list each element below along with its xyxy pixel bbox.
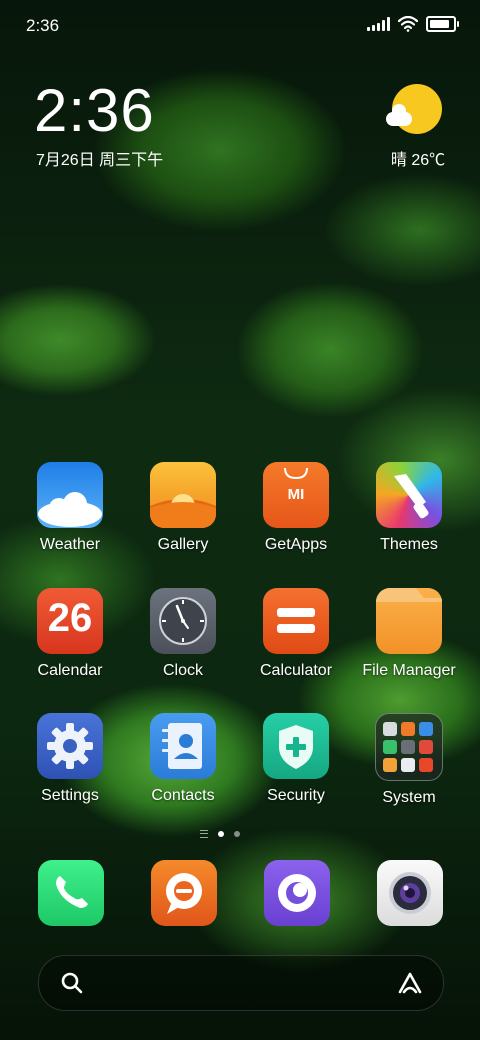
app-label: Weather bbox=[39, 536, 101, 553]
calculator-icon bbox=[263, 588, 329, 654]
home-screen: 2:36 2:36 7月26日 周三下午 晴 26℃ Weather Galle… bbox=[0, 0, 480, 1040]
app-themes[interactable]: Themes bbox=[353, 462, 465, 572]
app-label: Security bbox=[267, 787, 325, 804]
folder-grid-icon bbox=[375, 713, 443, 781]
gear-icon bbox=[37, 713, 103, 779]
app-label: Calendar bbox=[37, 662, 103, 679]
app-label: File Manager bbox=[362, 662, 456, 679]
app-contacts[interactable]: Contacts bbox=[127, 713, 239, 823]
search-icon[interactable] bbox=[61, 972, 83, 994]
getapps-badge: MI bbox=[287, 486, 305, 503]
weather-widget-text: 晴 26℃ bbox=[390, 152, 446, 169]
folder-icon bbox=[376, 588, 442, 654]
weather-icon bbox=[37, 462, 103, 528]
app-calendar[interactable]: 26 Calendar bbox=[14, 588, 126, 698]
getapps-icon: MI bbox=[263, 462, 329, 528]
wifi-icon bbox=[398, 16, 418, 32]
app-label: Clock bbox=[162, 662, 203, 679]
app-calculator[interactable]: Calculator bbox=[240, 588, 352, 698]
signal-icon bbox=[367, 17, 390, 31]
status-icons bbox=[367, 16, 459, 32]
calendar-day: 26 bbox=[47, 596, 93, 640]
app-clock[interactable]: Clock bbox=[127, 588, 239, 698]
page-dot[interactable] bbox=[234, 831, 240, 837]
app-getapps[interactable]: MI GetApps bbox=[240, 462, 352, 572]
cloud-icon bbox=[386, 104, 412, 126]
clock-icon bbox=[150, 588, 216, 654]
gallery-icon bbox=[150, 462, 216, 528]
app-label: GetApps bbox=[264, 536, 328, 553]
battery-level bbox=[430, 20, 449, 28]
browser-icon[interactable] bbox=[264, 860, 330, 926]
app-file-manager[interactable]: File Manager bbox=[353, 588, 465, 698]
messaging-icon[interactable] bbox=[151, 860, 217, 926]
app-gallery[interactable]: Gallery bbox=[127, 462, 239, 572]
search-bar[interactable] bbox=[38, 955, 444, 1011]
app-settings[interactable]: Settings bbox=[14, 713, 126, 823]
clock-widget-date[interactable]: 7月26日 周三下午 bbox=[36, 146, 163, 170]
page-dot-active[interactable] bbox=[218, 831, 224, 837]
status-time: 2:36 bbox=[26, 16, 60, 35]
app-label: Settings bbox=[41, 787, 99, 804]
app-label: Calculator bbox=[259, 662, 333, 679]
app-label: Gallery bbox=[157, 536, 209, 553]
assistant-icon[interactable] bbox=[397, 970, 423, 996]
shield-icon bbox=[263, 713, 329, 779]
phone-icon[interactable] bbox=[38, 860, 104, 926]
clock-widget-time[interactable]: 2:36 bbox=[34, 76, 155, 145]
status-bar: 2:36 bbox=[0, 0, 480, 50]
app-security[interactable]: Security bbox=[240, 713, 352, 823]
battery-icon bbox=[426, 16, 459, 32]
themes-icon bbox=[376, 462, 442, 528]
page-overview-icon[interactable] bbox=[200, 830, 208, 838]
contacts-icon bbox=[150, 713, 216, 779]
app-system-folder[interactable]: System bbox=[353, 713, 465, 823]
weather-widget[interactable]: 晴 26℃ bbox=[384, 84, 445, 169]
app-label: Themes bbox=[380, 536, 438, 553]
page-indicator[interactable] bbox=[200, 830, 240, 838]
camera-icon[interactable] bbox=[377, 860, 443, 926]
app-weather[interactable]: Weather bbox=[14, 462, 126, 572]
app-label: Contacts bbox=[151, 787, 215, 804]
calendar-icon: 26 bbox=[37, 588, 103, 654]
app-label: System bbox=[382, 789, 436, 806]
